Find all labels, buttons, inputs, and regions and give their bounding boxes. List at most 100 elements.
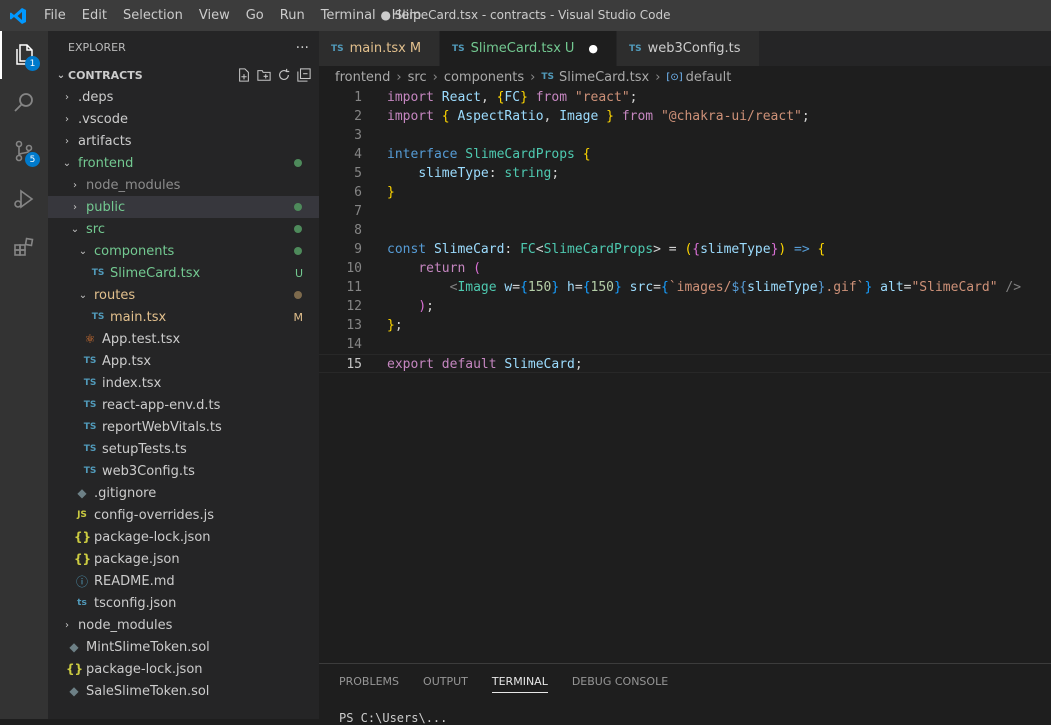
tree-item-label: tsconfig.json [94,595,177,611]
panel-tab-terminal[interactable]: TERMINAL [491,671,548,693]
file-item[interactable]: TS react-app-env.d.ts [48,394,319,416]
explorer-header: EXPLORER ··· [48,31,319,64]
code-token: } [387,318,395,333]
line-number: 1 [354,90,362,105]
terminal-line[interactable]: PS C:\Users\... [319,711,1051,725]
folder-item[interactable]: › .vscode [48,108,319,130]
extensions-activity[interactable] [0,223,48,271]
breadcrumb-item[interactable]: frontend [335,70,390,85]
panel-tab-problems[interactable]: PROBLEMS [339,671,399,692]
panel-tab-debug-console[interactable]: DEBUG CONSOLE [572,671,668,692]
file-item[interactable]: TS main.tsx M [48,306,319,328]
run-debug-activity[interactable] [0,175,48,223]
code-token: Image [457,280,505,295]
chevron-right-icon: › [655,69,661,85]
file-type-icon: ⚛ [84,332,96,346]
symbol-variable-icon: [⊙] [666,71,683,83]
file-item[interactable]: ts tsconfig.json [48,592,319,614]
file-type-icon: JS [77,510,87,520]
code-token: ; [394,318,403,333]
folder-item[interactable]: ⌄ frontend [48,152,319,174]
code-token: SlimeCardProps [543,242,654,257]
code-token: ( [473,261,481,276]
folder-item[interactable]: ⌄ routes [48,284,319,306]
new-file-icon[interactable] [237,68,251,82]
scm-badge: 5 [25,152,40,167]
unsaved-dot-icon[interactable]: ● [588,42,598,55]
breadcrumb-item[interactable]: src [408,70,427,85]
tree-item-label: SlimeCard.tsx [110,265,201,281]
editor-tab-slimecard-tsx[interactable]: TS SlimeCard.tsx U ● [440,31,618,66]
folder-item[interactable]: › public [48,196,319,218]
code-line: 3 [319,126,1051,145]
code-token: slimeType [418,166,489,181]
code-token: from [614,109,661,124]
editor-tabs: TS main.tsx M TS SlimeCard.tsx U ● TS web3Conf… [319,31,1051,66]
file-item[interactable]: {} package-lock.json [48,526,319,548]
code-content: ); [387,297,434,316]
file-item[interactable]: TS SlimeCard.tsx U [48,262,319,284]
folder-item[interactable]: ⌄ components [48,240,319,262]
menu-item-help[interactable]: Help [384,0,430,31]
folder-item[interactable]: › node_modules [48,174,319,196]
code-token: } [614,280,622,295]
code-editor[interactable]: 1 import React, {FC} from "react"; 2 import… [319,88,1051,663]
editor-tab-main-tsx[interactable]: TS main.tsx M [319,31,441,66]
file-type-icon: TS [91,312,105,322]
file-item[interactable]: JS config-overrides.js [48,504,319,526]
code-line: 15 export default SlimeCard; [319,354,1051,373]
folder-item[interactable]: › .deps [48,86,319,108]
chevron-down-icon: ⌄ [78,245,88,257]
file-item[interactable]: TS reportWebVitals.ts [48,416,319,438]
explorer-title: EXPLORER [68,41,126,54]
breadcrumb-item[interactable]: SlimeCard.tsx [559,70,649,85]
workspace-section-header[interactable]: ⌄ CONTRACTS [48,64,319,86]
new-folder-icon[interactable] [257,68,271,82]
refresh-icon[interactable] [277,68,291,82]
breadcrumb-item[interactable]: default [686,70,732,85]
menu-item-selection[interactable]: Selection [115,0,191,31]
menu-item-run[interactable]: Run [272,0,313,31]
folder-item[interactable]: › node_modules [48,614,319,636]
file-item[interactable]: TS index.tsx [48,372,319,394]
code-token: SlimeCard [433,242,505,257]
menu-item-go[interactable]: Go [238,0,272,31]
file-item[interactable]: ◆ SaleSlimeToken.sol [48,680,319,702]
editor-tab-web3config-ts[interactable]: TS web3Config.ts [617,31,760,66]
search-activity[interactable] [0,79,48,127]
code-line: 5 slimeType: string; [319,164,1051,183]
menu-item-view[interactable]: View [191,0,238,31]
code-line: 12 ); [319,297,1051,316]
file-tree: › .deps › .vscode › artifacts ⌄ frontend › node_m… [48,86,319,702]
file-type-icon: TS [83,378,97,388]
more-actions-button[interactable]: ··· [296,40,309,56]
file-item[interactable]: {} package-lock.json [48,658,319,680]
folder-item[interactable]: › artifacts [48,130,319,152]
explorer-activity[interactable]: 1 [0,31,48,79]
chevron-right-icon: › [65,113,69,125]
menu-item-edit[interactable]: Edit [74,0,115,31]
file-item[interactable]: TS setupTests.ts [48,438,319,460]
file-item[interactable]: ⚛ App.test.tsx [48,328,319,350]
file-item[interactable]: ◆ .gitignore [48,482,319,504]
folder-item[interactable]: ⌄ src [48,218,319,240]
tree-item-label: package-lock.json [94,529,211,545]
file-item[interactable]: TS web3Config.ts [48,460,319,482]
file-item[interactable]: TS App.tsx [48,350,319,372]
breadcrumb-item[interactable]: components [444,70,524,85]
code-token: { [582,280,591,295]
panel-tab-output[interactable]: OUTPUT [423,671,468,692]
menu-item-terminal[interactable]: Terminal [313,0,384,31]
menu-item-file[interactable]: File [36,0,74,31]
code-line: 7 [319,202,1051,221]
collapse-all-icon[interactable] [297,68,311,82]
code-token: ; [574,357,583,372]
code-content: import React, {FC} from "react"; [387,88,638,107]
code-token: , [543,109,560,124]
file-item[interactable]: ⓘ README.md [48,570,319,592]
source-control-activity[interactable]: 5 [0,127,48,175]
code-token: /> [997,280,1022,295]
file-item[interactable]: ◆ MintSlimeToken.sol [48,636,319,658]
file-item[interactable]: {} package.json [48,548,319,570]
